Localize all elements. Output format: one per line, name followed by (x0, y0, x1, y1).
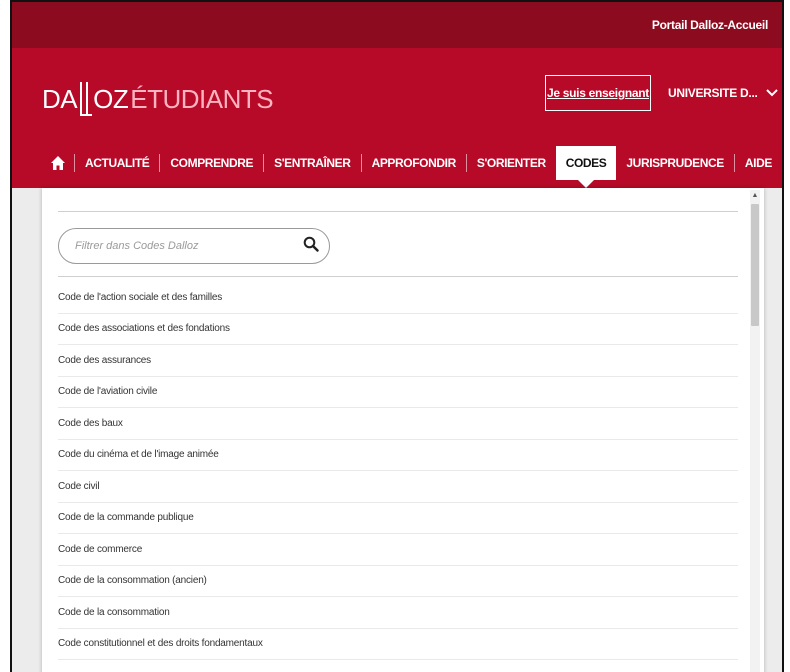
university-label: UNIVERSITE D... (668, 86, 758, 100)
code-list-item[interactable]: Code du cinéma et de l'image animée (58, 440, 738, 471)
home-icon[interactable] (42, 146, 74, 180)
nav-item-jurisprudence[interactable]: JURISPRUDENCE (616, 146, 734, 180)
code-list-item[interactable]: Code de commerce (58, 534, 738, 566)
nav-item-sorienter[interactable]: S'ORIENTER (467, 146, 556, 180)
university-menu[interactable]: UNIVERSITE D... (668, 86, 778, 100)
browser-frame: Portail Dalloz-Accueil DA OZ ÉTUDIANTS J… (10, 0, 784, 672)
logo-text-oz: OZ (93, 83, 129, 114)
nav-item-aide[interactable]: AIDE (735, 146, 782, 180)
logo-text-etudiants: ÉTUDIANTS (130, 83, 274, 114)
nav-item-actualite[interactable]: ACTUALITÉ (75, 146, 159, 180)
nav-item-sentrainer[interactable]: S'ENTRAÎNER (264, 146, 360, 180)
portal-home-link[interactable]: Portail Dalloz-Accueil (652, 18, 768, 32)
codes-dropdown-panel: Code de l'action sociale et des familles… (42, 188, 764, 672)
codes-filter-box (58, 228, 330, 264)
code-list-item[interactable]: Code des baux (58, 408, 738, 440)
codes-filter-input[interactable] (75, 240, 303, 252)
logo-bars-mark (78, 82, 93, 116)
nav-item-codes[interactable]: CODES (555, 146, 617, 188)
teacher-button[interactable]: Je suis enseignant (545, 75, 651, 111)
code-list-item[interactable]: Code de la consommation (58, 597, 738, 629)
scroll-up-arrow-icon[interactable]: ▲ (750, 190, 760, 200)
chevron-down-icon (765, 86, 778, 100)
code-list-item[interactable]: Code de l'action sociale et des familles (58, 282, 738, 314)
top-bar: Portail Dalloz-Accueil (12, 2, 782, 48)
divider (58, 211, 738, 212)
divider (58, 276, 738, 277)
codes-list: Code de l'action sociale et des familles… (58, 282, 738, 660)
panel-scrollbar[interactable]: ▲ (750, 190, 760, 672)
search-icon[interactable] (303, 236, 319, 257)
dalloz-etudiants-logo[interactable]: DA OZ ÉTUDIANTS (42, 82, 274, 116)
nav-item-approfondir[interactable]: APPROFONDIR (362, 146, 466, 180)
logo-text-da: DA (42, 83, 78, 114)
nav-item-comprendre[interactable]: COMPRENDRE (160, 146, 263, 180)
code-list-item[interactable]: Code des associations et des fondations (58, 314, 738, 345)
code-list-item[interactable]: Code constitutionnel et des droits fonda… (58, 629, 738, 660)
code-list-item[interactable]: Code civil (58, 471, 738, 503)
code-list-item[interactable]: Code des assurances (58, 345, 738, 377)
code-list-item[interactable]: Code de la commande publique (58, 503, 738, 534)
scrollbar-thumb[interactable] (751, 204, 759, 326)
main-nav: ACTUALITÉ COMPRENDRE S'ENTRAÎNER APPROFO… (42, 146, 782, 188)
code-list-item[interactable]: Code de la consommation (ancien) (58, 566, 738, 597)
site-header: DA OZ ÉTUDIANTS Je suis enseignant UNIVE… (12, 48, 782, 188)
code-list-item[interactable]: Code de l'aviation civile (58, 377, 738, 408)
